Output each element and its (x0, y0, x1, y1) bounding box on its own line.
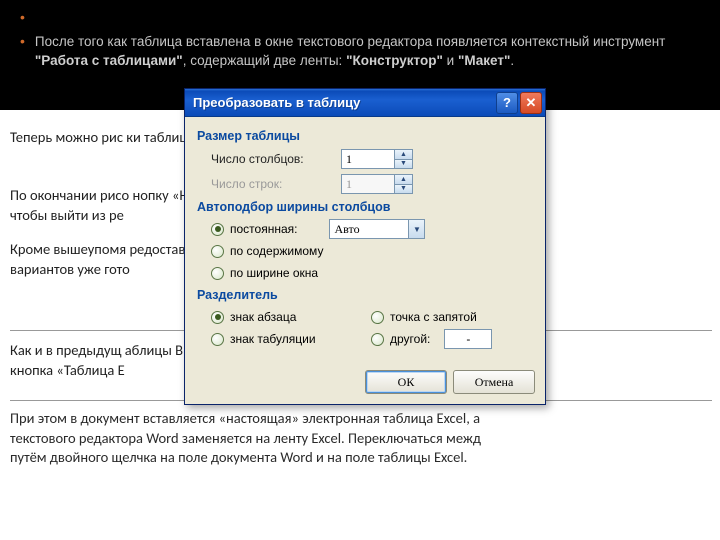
spin-down-icon[interactable]: ▼ (395, 159, 412, 169)
radio-tab[interactable]: знак табуляции (211, 328, 371, 350)
dialog-buttons: ОК Отмена (185, 360, 545, 404)
bullet-text: После того как таблица вставлена в окне … (35, 32, 700, 71)
radio-fixed-width[interactable]: постоянная: ▼ (211, 218, 533, 240)
spinner-columns[interactable]: ▲ ▼ (341, 149, 413, 169)
label-by-window: по ширине окна (230, 266, 318, 280)
section-separator: Разделитель (197, 288, 533, 302)
input-columns[interactable] (342, 150, 394, 168)
separator-options: знак абзаца точка с запятой знак табуляц… (211, 306, 533, 350)
radio-icon[interactable] (211, 245, 224, 258)
spinner-rows: ▲ ▼ (341, 174, 413, 194)
label-other: другой: (390, 332, 430, 346)
row-columns: Число столбцов: ▲ ▼ (211, 147, 533, 171)
bullet-item: • (20, 8, 700, 28)
input-other-char-wrap[interactable] (444, 329, 492, 349)
radio-icon[interactable] (211, 267, 224, 280)
bullet-item: • После того как таблица вставлена в окн… (20, 32, 700, 71)
row-rows: Число строк: ▲ ▼ (211, 172, 533, 196)
radio-icon[interactable] (371, 333, 384, 346)
combo-fixed-width[interactable]: ▼ (329, 219, 425, 239)
radio-icon[interactable] (211, 311, 224, 324)
slide-text: • • После того как таблица вставлена в о… (0, 0, 720, 89)
label-rows: Число строк: (211, 177, 341, 191)
radio-by-window[interactable]: по ширине окна (211, 262, 533, 284)
spin-up-icon: ▲ (395, 175, 412, 184)
input-rows (342, 175, 394, 193)
ok-button[interactable]: ОК (365, 370, 447, 394)
embedded-screenshot: Теперь можно рис ки таблиц По окончании … (0, 110, 720, 540)
cancel-button[interactable]: Отмена (453, 370, 535, 394)
bullet-icon: • (20, 8, 25, 28)
label-by-content: по содержимому (230, 244, 323, 258)
label-tab: знак табуляции (230, 332, 316, 346)
dialog-convert-to-table: Преобразовать в таблицу ? ✕ Размер табли… (184, 88, 546, 405)
radio-icon[interactable] (211, 333, 224, 346)
dialog-title: Преобразовать в таблицу (193, 95, 496, 110)
input-other-char[interactable] (445, 332, 491, 346)
dialog-body: Размер таблицы Число столбцов: ▲ ▼ Число… (185, 117, 545, 360)
input-fixed-width[interactable] (330, 220, 408, 238)
radio-icon[interactable] (371, 311, 384, 324)
radio-paragraph[interactable]: знак абзаца (211, 306, 371, 328)
slide: • • После того как таблица вставлена в о… (0, 0, 720, 540)
radio-by-content[interactable]: по содержимому (211, 240, 533, 262)
dialog-titlebar[interactable]: Преобразовать в таблицу ? ✕ (185, 89, 545, 117)
close-icon: ✕ (526, 95, 537, 111)
spin-up-icon[interactable]: ▲ (395, 150, 412, 159)
spin-down-icon: ▼ (395, 184, 412, 194)
label-columns: Число столбцов: (211, 152, 341, 166)
section-table-size: Размер таблицы (197, 129, 533, 143)
label-fixed: постоянная: (230, 222, 297, 236)
help-button[interactable]: ? (496, 92, 518, 114)
label-semicolon: точка с запятой (390, 310, 477, 324)
close-button[interactable]: ✕ (520, 92, 542, 114)
bullet-icon: • (20, 32, 25, 52)
section-autofit: Автоподбор ширины столбцов (197, 200, 533, 214)
label-paragraph: знак абзаца (230, 310, 296, 324)
radio-other[interactable]: другой: (371, 328, 531, 350)
question-icon: ? (503, 95, 511, 110)
radio-semicolon[interactable]: точка с запятой (371, 306, 531, 328)
radio-icon[interactable] (211, 223, 224, 236)
chevron-down-icon[interactable]: ▼ (408, 220, 424, 238)
bg-paragraph: При этом в документ вставляется «настоящ… (10, 400, 712, 468)
